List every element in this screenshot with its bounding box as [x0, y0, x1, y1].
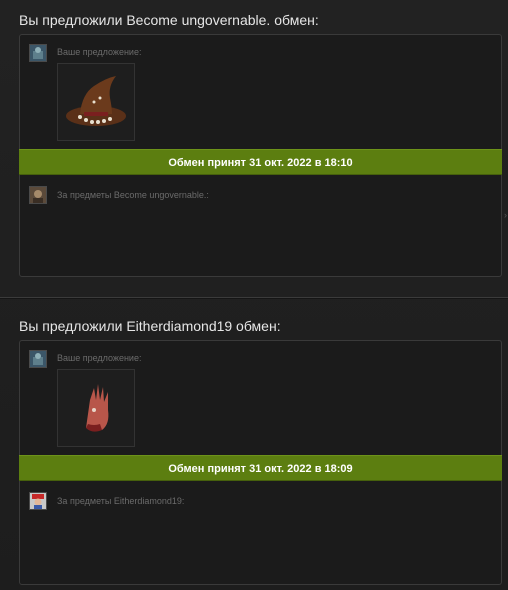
their-items-label: За предметы Eitherdiamond19: — [57, 496, 185, 506]
their-items-label: За предметы Become ungovernable.: — [57, 190, 209, 200]
partner-avatar[interactable] — [29, 186, 47, 204]
trade-history-page: Вы предложили Become ungovernable. обмен… — [0, 0, 508, 590]
severed-hand-icon — [86, 384, 109, 432]
trade-item[interactable] — [57, 63, 135, 141]
your-offer-label: Ваше предложение: — [57, 353, 142, 363]
trade-status-banner: Обмен принят 31 окт. 2022 в 18:10 — [19, 149, 502, 175]
witch-hat-icon — [66, 76, 126, 126]
offer-title: Вы предложили Become ungovernable. обмен… — [19, 12, 319, 28]
partner-avatar[interactable] — [29, 492, 47, 510]
trade-status-banner: Обмен принят 31 окт. 2022 в 18:09 — [19, 455, 502, 481]
chevron-right-icon: › — [504, 210, 507, 220]
your-offer-label: Ваше предложение: — [57, 47, 142, 57]
my-avatar[interactable] — [29, 350, 47, 368]
my-avatar[interactable] — [29, 44, 47, 62]
offer-title: Вы предложили Eitherdiamond19 обмен: — [19, 318, 281, 334]
trade-item[interactable] — [57, 369, 135, 447]
